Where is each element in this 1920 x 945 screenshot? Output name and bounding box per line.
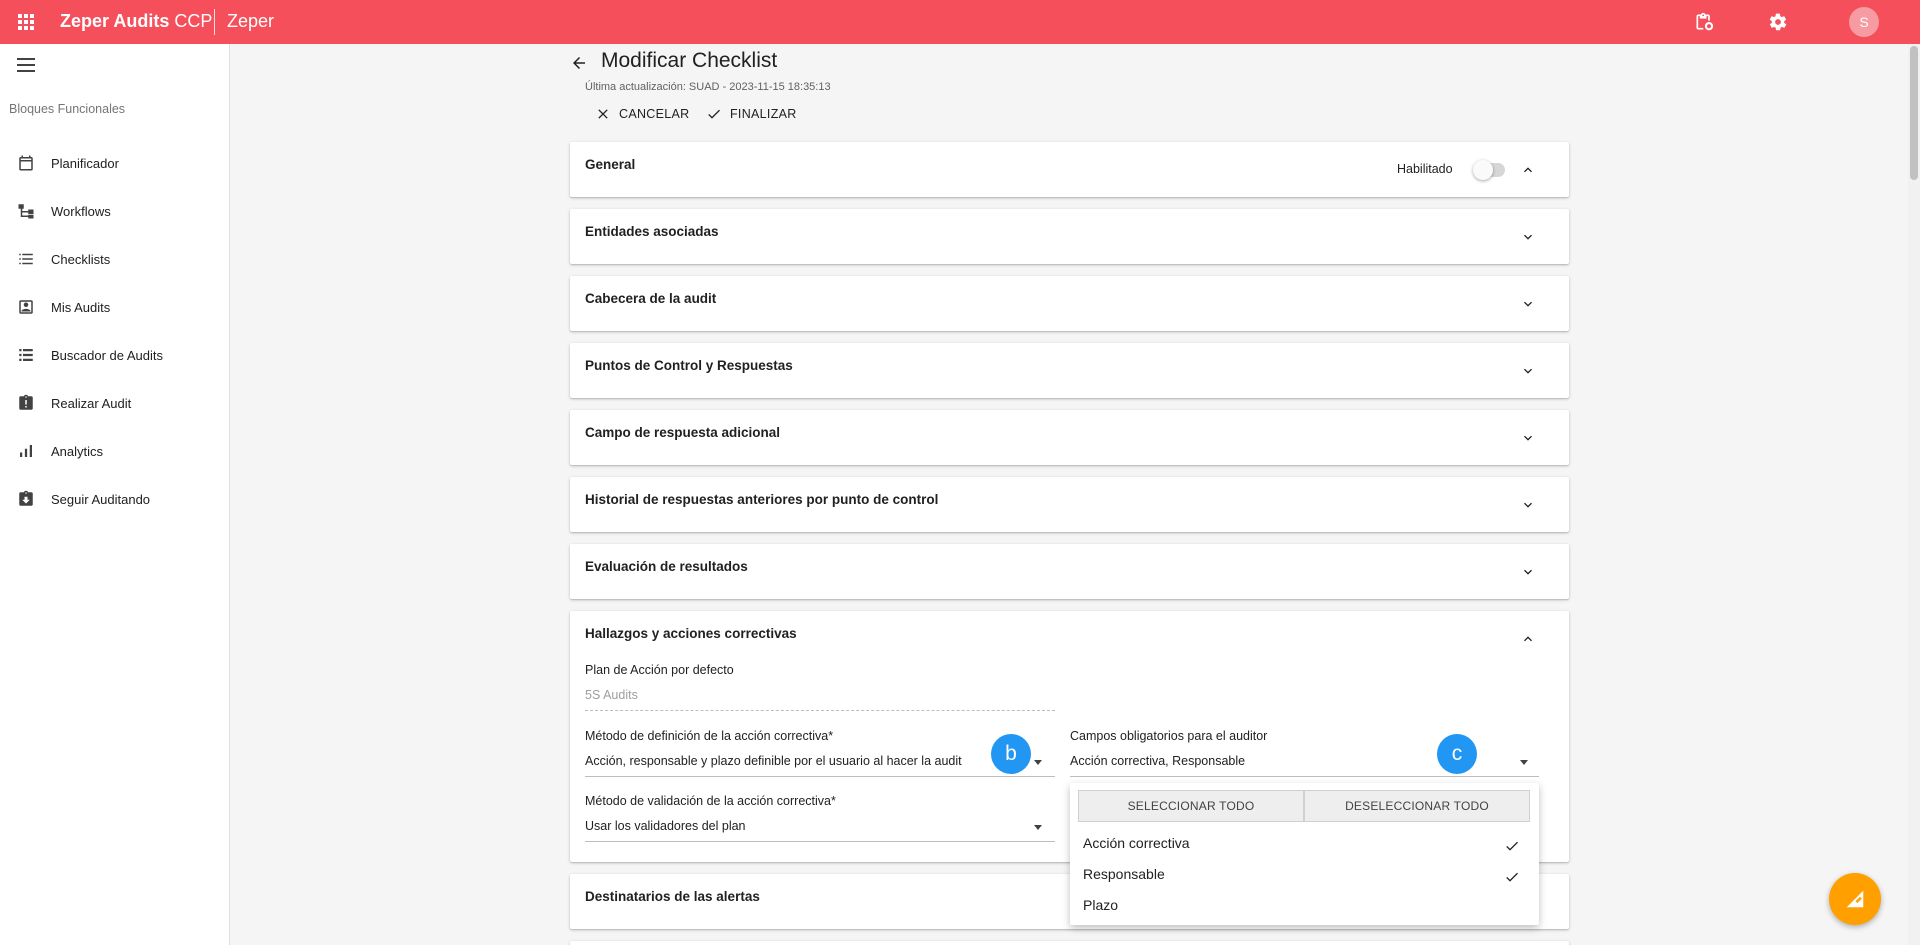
last-update-text: Última actualización: SUAD - 2023-11-15 … <box>585 81 831 93</box>
panel-title-puntos-control: Puntos de Control y Respuestas <box>585 358 793 373</box>
definition-method-underline <box>585 776 1055 777</box>
validation-method-label: Método de validación de la acción correc… <box>585 794 836 808</box>
check-icon <box>1506 872 1518 882</box>
validation-method-underline <box>585 841 1055 842</box>
panel-title-hallazgos: Hallazgos y acciones correctivas <box>585 626 797 641</box>
app-brand[interactable]: Zeper Audits CCP <box>60 11 212 32</box>
clipboard-alert-icon <box>19 394 33 410</box>
validation-method-caret[interactable] <box>1034 825 1042 830</box>
panel-campo-respuesta-adicional[interactable]: Campo de respuesta adicional <box>570 410 1569 465</box>
chevron-down-icon[interactable] <box>1520 430 1536 446</box>
chevron-down-icon[interactable] <box>1520 296 1536 312</box>
tenant-name: Zeper <box>227 11 275 31</box>
panel-title-cabecera: Cabecera de la audit <box>585 291 717 306</box>
panel-title-campo-adicional: Campo de respuesta adicional <box>585 425 781 440</box>
top-app-bar: Zeper Audits CCP Zeper S <box>0 0 1920 44</box>
required-fields-label: Campos obligatorios para el auditor <box>1070 729 1268 743</box>
panel-title-destinatarios: Destinatarios de las alertas <box>585 889 760 904</box>
cancel-button[interactable]: CANCELAR <box>595 103 689 125</box>
chevron-up-icon[interactable] <box>1520 631 1536 647</box>
sidebar-item-seguir-auditando[interactable]: Seguir Auditando <box>0 479 229 519</box>
panel-title-general: General <box>585 157 636 172</box>
back-arrow-icon[interactable] <box>570 54 588 72</box>
panel-puntos-control[interactable]: Puntos de Control y Respuestas <box>570 343 1569 398</box>
panel-title-evaluacion: Evaluación de resultados <box>585 559 748 574</box>
sidebar-item-realizar-audit[interactable]: Realizar Audit <box>0 383 229 423</box>
sidebar-item-mis-audits[interactable]: Mis Audits <box>0 287 229 327</box>
dropdown-option-plazo[interactable]: Plazo <box>1083 897 1118 913</box>
required-fields-dropdown: SELECCIONAR TODO DESELECCIONAR TODO Acci… <box>1070 783 1539 925</box>
sidebar-item-buscador-de-audits[interactable]: Buscador de Audits <box>0 335 229 375</box>
gear-icon[interactable] <box>1768 12 1788 32</box>
chevron-down-icon[interactable] <box>1520 497 1536 513</box>
finish-button[interactable]: FINALIZAR <box>706 103 797 125</box>
select-all-button[interactable]: SELECCIONAR TODO <box>1078 790 1304 822</box>
sidebar-section-label: Bloques Funcionales <box>9 102 126 116</box>
enabled-toggle-knob[interactable] <box>1473 160 1493 180</box>
default-plan-underline <box>585 710 1055 711</box>
deselect-all-button[interactable]: DESELECCIONAR TODO <box>1304 790 1530 822</box>
hamburger-menu-icon[interactable] <box>17 58 35 72</box>
sidebar: Bloques Funcionales Planificador Workflo… <box>0 44 230 945</box>
brand-divider <box>214 9 215 35</box>
chevron-down-icon[interactable] <box>1520 229 1536 245</box>
person-box-icon <box>19 300 33 314</box>
panel-next-partial <box>570 941 1569 945</box>
default-plan-value: 5S Audits <box>585 688 638 702</box>
panel-general[interactable]: General Habilitado <box>570 142 1569 197</box>
definition-method-caret[interactable] <box>1034 760 1042 765</box>
list-search-icon <box>19 349 33 361</box>
page-scrollbar-thumb[interactable] <box>1910 46 1918 180</box>
list-icon <box>19 253 33 265</box>
definition-method-select[interactable]: Acción, responsable y plazo definible po… <box>585 754 962 768</box>
chevron-down-icon[interactable] <box>1520 363 1536 379</box>
workflow-icon <box>18 204 34 219</box>
chevron-down-icon[interactable] <box>1520 564 1536 580</box>
panel-cabecera-audit[interactable]: Cabecera de la audit <box>570 276 1569 331</box>
dropdown-option-responsable[interactable]: Responsable <box>1083 866 1165 882</box>
required-fields-caret[interactable] <box>1520 760 1528 765</box>
help-fab-button[interactable] <box>1829 873 1881 925</box>
sidebar-item-analytics[interactable]: Analytics <box>0 431 229 471</box>
check-icon <box>1506 841 1518 851</box>
close-icon <box>598 109 608 119</box>
apps-grid-icon[interactable] <box>18 14 34 30</box>
clipboard-down-icon <box>19 490 33 506</box>
sidebar-item-planificador[interactable]: Planificador <box>0 143 229 183</box>
check-icon <box>708 109 720 119</box>
sidebar-item-workflows[interactable]: Workflows <box>0 191 229 231</box>
panel-evaluacion-resultados[interactable]: Evaluación de resultados <box>570 544 1569 599</box>
calendar-icon <box>19 155 33 171</box>
enabled-label: Habilitado <box>1397 162 1453 176</box>
panel-historial-respuestas[interactable]: Historial de respuestas anteriores por p… <box>570 477 1569 532</box>
sidebar-item-checklists[interactable]: Checklists <box>0 239 229 279</box>
panel-title-entidades: Entidades asociadas <box>585 224 719 239</box>
chevron-up-icon[interactable] <box>1520 162 1536 178</box>
required-fields-select[interactable]: Acción correctiva, Responsable <box>1070 754 1245 768</box>
chat-pencil-icon <box>1846 890 1864 908</box>
annotation-badge-b: b <box>991 734 1031 774</box>
bar-chart-icon <box>20 445 32 457</box>
dropdown-option-accion-correctiva[interactable]: Acción correctiva <box>1083 835 1190 851</box>
user-avatar[interactable]: S <box>1849 7 1879 37</box>
clipboard-settings-icon[interactable] <box>1694 12 1714 32</box>
page-title: Modificar Checklist <box>601 49 778 72</box>
panel-title-historial: Historial de respuestas anteriores por p… <box>585 492 939 507</box>
required-fields-underline <box>1070 776 1539 777</box>
panel-entidades-asociadas[interactable]: Entidades asociadas <box>570 209 1569 264</box>
validation-method-select[interactable]: Usar los validadores del plan <box>585 819 746 833</box>
annotation-badge-c: c <box>1437 734 1477 774</box>
default-plan-label: Plan de Acción por defecto <box>585 663 734 677</box>
definition-method-label: Método de definición de la acción correc… <box>585 729 834 743</box>
